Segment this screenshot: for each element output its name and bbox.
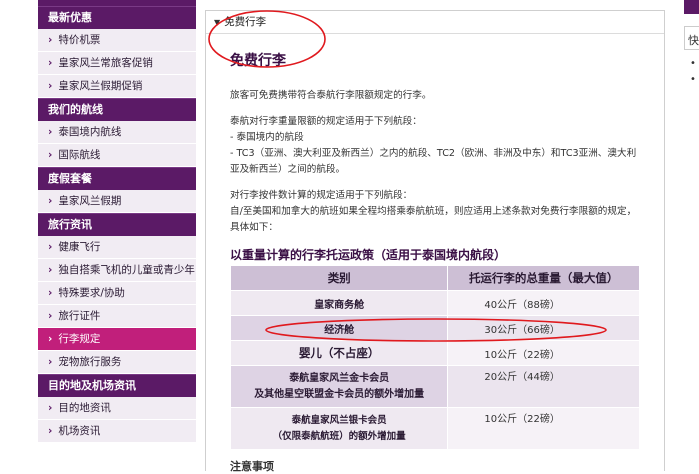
chevron-right-icon: › <box>48 356 53 368</box>
intro-paragraph: 旅客可免费携带符合泰航行李限额规定的行李。 <box>230 90 432 101</box>
sidebar-item-healthy-flying[interactable]: › 健康飞行 <box>38 236 196 259</box>
table-cell-category: 泰航皇家风兰金卡会员 及其他星空联盟金卡会员的额外增加量 <box>229 365 449 408</box>
weight-rule-paragraph: 泰航对行李重量限额的规定适用于下列航段： - 泰国境内的航段 - TC3（亚洲、… <box>230 116 637 175</box>
sidebar-header-travel-info: 旅行资讯 <box>38 213 196 236</box>
table-row: 泰航皇家风兰银卡会员 （仅限泰航航班）的额外增加量 10公斤（22磅） <box>229 407 640 450</box>
accordion-header-label: 免费行李 <box>224 16 267 28</box>
chevron-right-icon: › <box>48 402 53 414</box>
sidebar-item-airport-info[interactable]: › 机场资讯 <box>38 420 196 443</box>
right-panel-header-bar <box>684 0 699 14</box>
right-panel-bullet: • <box>690 58 696 69</box>
sidebar-item-royal-orchid-holidays[interactable]: › 皇家风兰假期 <box>38 190 196 213</box>
table-cell-category: 皇家商务舱 <box>229 290 449 316</box>
chevron-right-icon: › <box>48 149 53 161</box>
table-cell-weight: 30公斤（66磅） <box>447 315 640 341</box>
sidebar-item-destination-info[interactable]: › 目的地资讯 <box>38 397 196 420</box>
chevron-right-icon: › <box>48 80 53 92</box>
table-cell-weight: 20公斤（44磅） <box>447 365 640 408</box>
table-row: 婴儿（不占座） 10公斤（22磅） <box>229 340 640 366</box>
chevron-right-icon: › <box>48 57 53 69</box>
article-body: 免费行李 旅客可免费携带符合泰航行李限额规定的行李。 泰航对行李重量限额的规定适… <box>206 34 664 474</box>
chevron-right-icon: › <box>48 34 53 46</box>
chevron-right-icon: › <box>48 333 53 345</box>
chevron-right-icon: › <box>48 264 53 276</box>
table-cell-weight: 10公斤（22磅） <box>447 407 640 450</box>
sidebar-header-our-routes: 我们的航线 <box>38 98 196 121</box>
triangle-down-icon: ▼ <box>214 18 221 27</box>
table-header-row: 类别 托运行李的总重量（最大值） <box>229 265 640 291</box>
table-cell-category: 经济舱 <box>229 315 449 341</box>
sidebar-item-travel-documents[interactable]: › 旅行证件 <box>38 305 196 328</box>
sidebar-item-international-routes[interactable]: › 国际航线 <box>38 144 196 167</box>
table-title: 以重量计算的行李托运政策（适用于泰国境内航段） <box>230 248 507 262</box>
sidebar-item-baggage-rules[interactable]: › 行李规定 <box>38 328 196 351</box>
sidebar-item-special-assistance[interactable]: › 特殊要求/协助 <box>38 282 196 305</box>
sidebar-header-holiday-packages: 度假套餐 <box>38 167 196 190</box>
table-cell-weight: 10公斤（22磅） <box>447 340 640 366</box>
chevron-right-icon: › <box>48 425 53 437</box>
main-content-panel: ▼ 免费行李 免费行李 旅客可免费携带符合泰航行李限额规定的行李。 泰航对行李重量… <box>205 10 665 474</box>
page-title: 免费行李 <box>230 53 286 69</box>
sidebar: 最新优惠 › 特价机票 › 皇家风兰常旅客促销 › 皇家风兰假期促销 我们的航线 › 泰… <box>0 0 197 461</box>
sidebar-header-destination-airport-info: 目的地及机场资讯 <box>38 374 196 397</box>
piece-rule-paragraph: 对行李按件数计算的规定适用于下列航段： 自/至美国和加拿大的航班如果全程均搭乘泰… <box>230 190 637 233</box>
sidebar-item-pet-travel[interactable]: › 宠物旅行服务 <box>38 351 196 374</box>
chevron-right-icon: › <box>48 310 53 322</box>
accordion-header-free-baggage[interactable]: ▼ 免费行李 <box>206 11 664 34</box>
table-header-category: 类别 <box>229 265 449 291</box>
sidebar-item-unaccompanied-minors[interactable]: › 独自搭乘飞机的儿童或青少年 <box>38 259 196 282</box>
sidebar-nav: 最新优惠 › 特价机票 › 皇家风兰常旅客促销 › 皇家风兰假期促销 我们的航线 › 泰… <box>38 6 196 443</box>
sidebar-item-royal-orchid-plus-promo[interactable]: › 皇家风兰常旅客促销 <box>38 52 196 75</box>
right-panel-bullet: • <box>690 74 696 85</box>
table-header-weight: 托运行李的总重量（最大值） <box>447 265 640 291</box>
chevron-right-icon: › <box>48 195 53 207</box>
table-row: 泰航皇家风兰金卡会员 及其他星空联盟金卡会员的额外增加量 20公斤（44磅） <box>229 365 640 408</box>
sidebar-item-royal-orchid-holidays-promo[interactable]: › 皇家风兰假期促销 <box>38 75 196 98</box>
table-cell-category: 婴儿（不占座） <box>229 340 449 366</box>
table-cell-weight: 40公斤（88磅） <box>447 290 640 316</box>
sidebar-item-special-fares[interactable]: › 特价机票 <box>38 29 196 52</box>
baggage-allowance-table: 类别 托运行李的总重量（最大值） 皇家商务舱 40公斤（88磅） 经济舱 30公… <box>229 265 640 450</box>
table-row: 经济舱 30公斤（66磅） <box>229 315 640 341</box>
chevron-right-icon: › <box>48 287 53 299</box>
right-panel-box-label: 快 <box>688 34 699 47</box>
sidebar-header-latest-offers: 最新优惠 <box>38 6 196 29</box>
notes-heading: 注意事项 <box>230 460 274 473</box>
table-cell-category: 泰航皇家风兰银卡会员 （仅限泰航航班）的额外增加量 <box>229 407 449 450</box>
chevron-right-icon: › <box>48 126 53 138</box>
table-row: 皇家商务舱 40公斤（88磅） <box>229 290 640 316</box>
sidebar-item-domestic-routes[interactable]: › 泰国境内航线 <box>38 121 196 144</box>
chevron-right-icon: › <box>48 241 53 253</box>
